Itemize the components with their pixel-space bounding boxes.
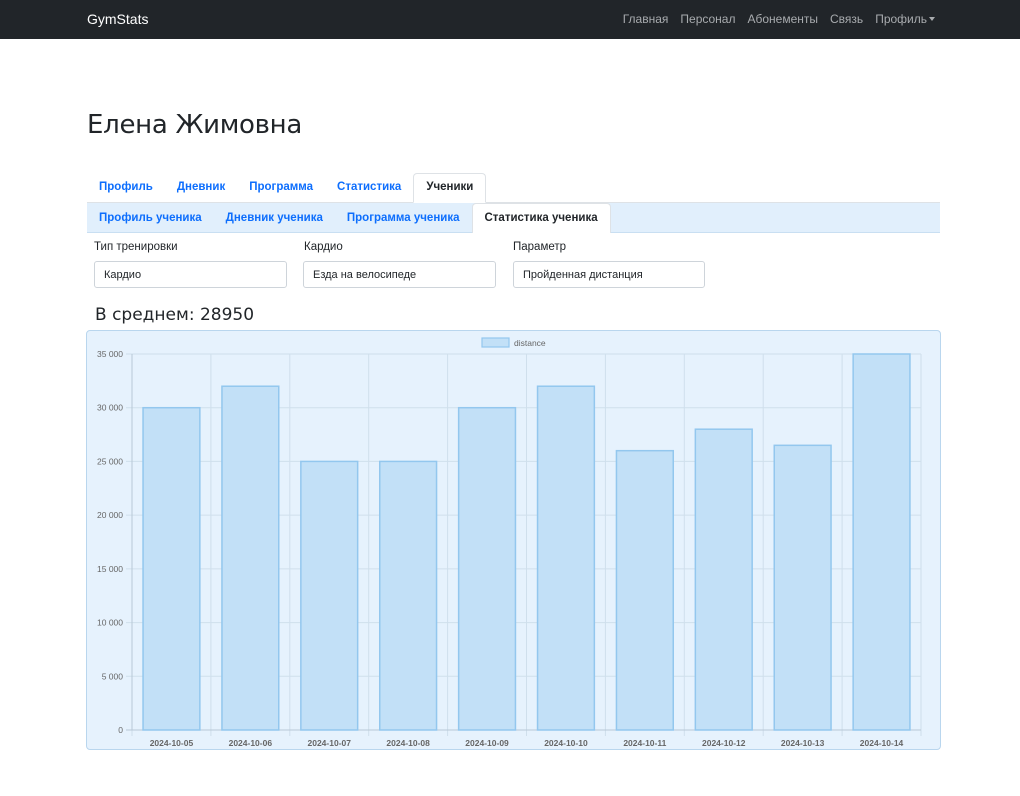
page-title: Елена Жимовна	[87, 110, 303, 140]
tab-statistics[interactable]: Статистика	[325, 173, 413, 203]
main-tabs: Профиль Дневник Программа Статистика Уче…	[87, 173, 487, 203]
y-tick-label: 20 000	[97, 510, 123, 520]
bar	[221, 385, 280, 731]
bar	[142, 406, 201, 731]
caret-down-icon	[929, 17, 935, 21]
x-tick-label: 2024-10-11	[623, 738, 666, 748]
y-tick-label: 25 000	[97, 456, 123, 466]
bar	[852, 353, 911, 731]
bar	[615, 449, 675, 731]
distance-chart: 0 5 000 10 000 15 000 20 000 25 000 30 000 35 0…	[86, 330, 941, 750]
nav-link-profile-dropdown[interactable]: Профиль	[875, 12, 935, 26]
x-tick-label: 2024-10-13	[781, 738, 825, 748]
tab-program[interactable]: Программа	[237, 173, 325, 203]
nav-links: Главная Персонал Абонементы Связь Профил…	[623, 12, 935, 26]
x-tick-label: 2024-10-06	[229, 738, 273, 748]
y-tick-label: 10 000	[97, 618, 123, 628]
workout-type-label: Тип тренировки	[94, 241, 178, 253]
bar	[694, 428, 753, 731]
nav-link-contact[interactable]: Связь	[830, 12, 863, 26]
x-tick-label: 2024-10-09	[465, 738, 509, 748]
subtab-student-profile[interactable]: Профиль ученика	[87, 203, 214, 233]
x-tick-label: 2024-10-12	[702, 738, 746, 748]
bar	[378, 460, 438, 731]
subtab-student-statistics[interactable]: Статистика ученика	[471, 203, 611, 233]
bar	[300, 460, 359, 731]
chart-svg: 0 5 000 10 000 15 000 20 000 25 000 30 000 35 0…	[97, 337, 922, 748]
student-subtabs: Профиль ученика Дневник ученика Программ…	[87, 203, 611, 233]
nav-link-profile-label: Профиль	[875, 12, 927, 26]
navbar: GymStats Главная Персонал Абонементы Свя…	[0, 0, 1020, 39]
bar	[457, 406, 517, 731]
y-tick-label: 0	[118, 725, 123, 735]
tab-profile[interactable]: Профиль	[87, 173, 165, 203]
legend-swatch	[481, 337, 510, 348]
x-tick-label: 2024-10-07	[308, 738, 352, 748]
average-value: В среднем: 28950	[95, 305, 255, 325]
bar	[773, 444, 832, 731]
nav-link-staff[interactable]: Персонал	[680, 12, 735, 26]
legend-label: distance	[514, 338, 546, 348]
tab-diary[interactable]: Дневник	[165, 173, 237, 203]
cardio-label: Кардио	[304, 241, 343, 253]
bar	[536, 385, 596, 731]
nav-link-subscriptions[interactable]: Абонементы	[747, 12, 818, 26]
subtab-student-program[interactable]: Программа ученика	[335, 203, 472, 233]
x-tick-label: 2024-10-10	[544, 738, 588, 748]
tab-students[interactable]: Ученики	[413, 173, 487, 203]
cardio-select[interactable]: Езда на велосипеде	[303, 261, 496, 288]
subtab-student-diary[interactable]: Дневник ученика	[214, 203, 335, 233]
workout-type-select[interactable]: Кардио	[94, 261, 287, 288]
nav-link-home[interactable]: Главная	[623, 12, 669, 26]
brand-logo[interactable]: GymStats	[87, 11, 148, 27]
y-tick-label: 15 000	[97, 564, 123, 574]
x-tick-label: 2024-10-14	[860, 738, 904, 748]
x-tick-label: 2024-10-05	[150, 738, 194, 748]
y-tick-label: 35 000	[97, 349, 123, 359]
x-tick-label: 2024-10-08	[386, 738, 430, 748]
parameter-label: Параметр	[513, 241, 567, 253]
parameter-select[interactable]: Пройденная дистанция	[513, 261, 705, 288]
y-tick-label: 30 000	[97, 403, 123, 413]
y-tick-label: 5 000	[102, 671, 124, 681]
